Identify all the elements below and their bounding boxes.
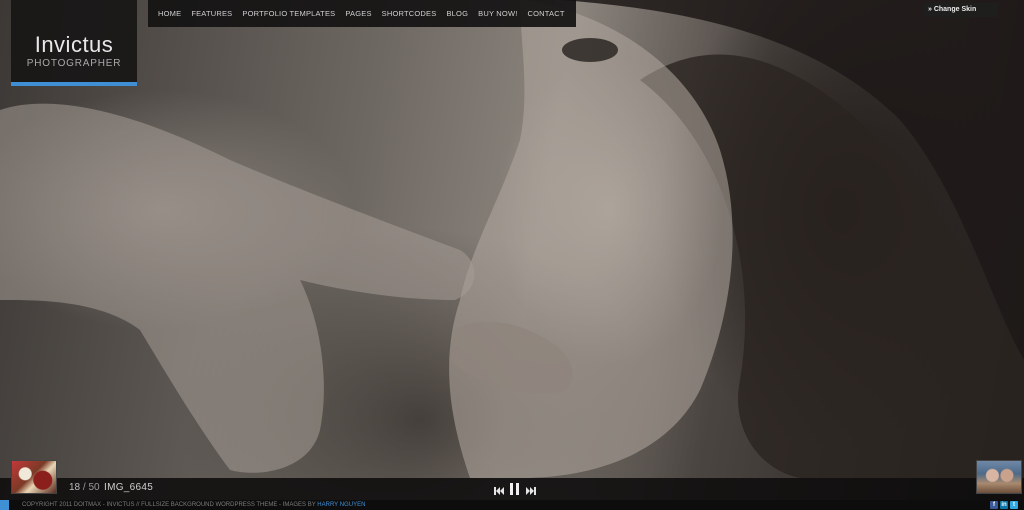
nav-item-buy-now[interactable]: BUY NOW! bbox=[473, 9, 522, 18]
main-nav: HOME FEATURES PORTFOLIO TEMPLATES PAGES … bbox=[148, 0, 576, 27]
logo-tagline: PHOTOGRAPHER bbox=[26, 58, 122, 69]
twitter-icon[interactable]: t bbox=[1010, 501, 1018, 509]
logo-name: Invictus bbox=[34, 32, 114, 57]
site-logo[interactable]: Invictus PHOTOGRAPHER bbox=[11, 0, 137, 86]
footer: COPYRIGHT 2011 DOITMAX - INVICTUS // FUL… bbox=[0, 500, 1024, 510]
background-photo bbox=[0, 0, 1024, 510]
nav-item-home[interactable]: HOME bbox=[154, 9, 186, 18]
previous-thumbnail[interactable] bbox=[11, 460, 57, 494]
slide-counter: 18 / 50 bbox=[69, 482, 100, 493]
next-icon[interactable] bbox=[526, 482, 536, 500]
next-thumbnail[interactable] bbox=[976, 460, 1022, 494]
nav-item-pages[interactable]: PAGES bbox=[340, 9, 376, 18]
credit-link[interactable]: HARRY NGUYEN bbox=[317, 502, 365, 508]
pause-icon[interactable] bbox=[510, 482, 520, 500]
nav-item-contact[interactable]: CONTACT bbox=[523, 9, 570, 18]
nav-item-features[interactable]: FEATURES bbox=[186, 9, 237, 18]
nav-item-shortcodes[interactable]: SHORTCODES bbox=[377, 9, 442, 18]
slideshow-controls bbox=[494, 482, 536, 500]
slide-total: 50 bbox=[88, 482, 100, 493]
linkedin-icon[interactable]: in bbox=[1000, 501, 1008, 509]
copyright-text: COPYRIGHT 2011 DOITMAX - INVICTUS // FUL… bbox=[22, 502, 316, 508]
nav-item-blog[interactable]: BLOG bbox=[441, 9, 473, 18]
footer-copyright: COPYRIGHT 2011 DOITMAX - INVICTUS // FUL… bbox=[22, 500, 365, 510]
social-links: f in t bbox=[990, 501, 1018, 509]
image-name: IMG_6645 bbox=[104, 482, 154, 493]
slide-current: 18 bbox=[69, 482, 81, 493]
previous-icon[interactable] bbox=[494, 482, 504, 500]
slide-separator: / bbox=[82, 482, 86, 493]
nav-item-portfolio-templates[interactable]: PORTFOLIO TEMPLATES bbox=[237, 9, 340, 18]
footer-accent bbox=[0, 500, 9, 510]
facebook-icon[interactable]: f bbox=[990, 501, 998, 509]
change-skin-button[interactable]: » Change Skin bbox=[924, 3, 998, 17]
